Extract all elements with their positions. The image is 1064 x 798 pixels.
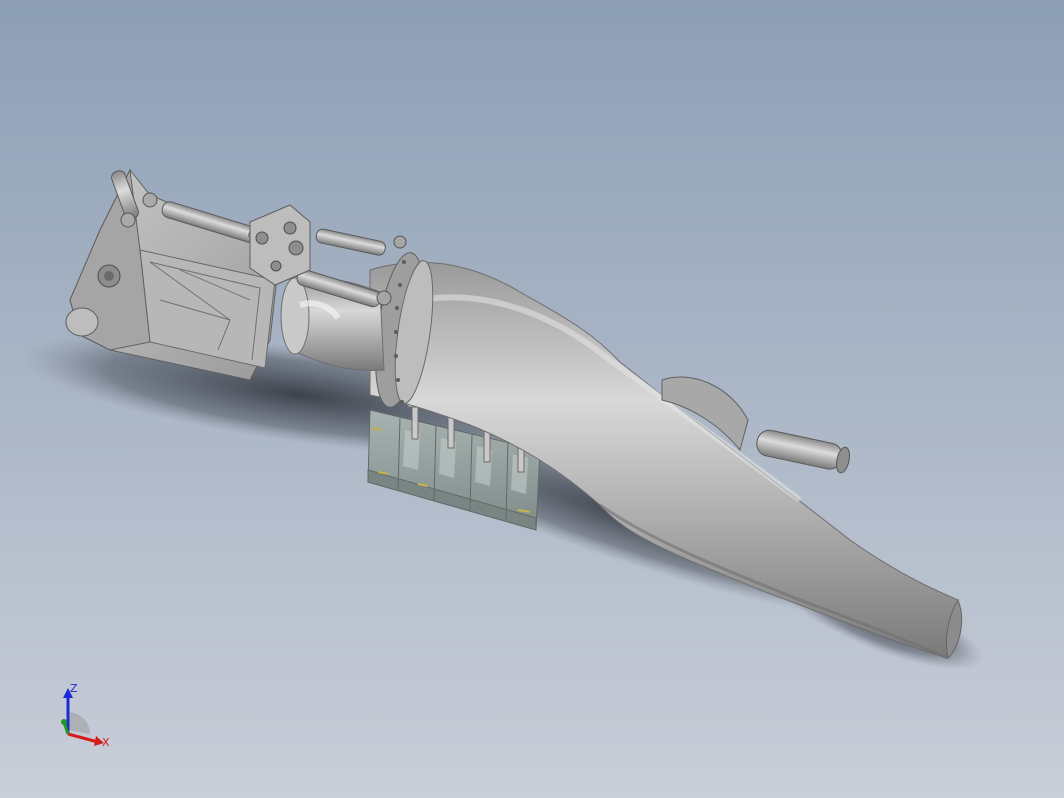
coordinate-triad: Z X xyxy=(54,682,114,754)
triad-plane-icon xyxy=(68,712,90,734)
x-axis-line xyxy=(67,732,99,744)
x-axis-label: X xyxy=(102,736,110,749)
graphics-viewport[interactable]: Z X xyxy=(0,0,1064,798)
y-axis-dot-icon xyxy=(61,719,67,725)
z-axis-label: Z xyxy=(70,682,78,695)
triad-graphic: Z X xyxy=(61,682,110,749)
model-scene[interactable] xyxy=(0,0,1064,798)
